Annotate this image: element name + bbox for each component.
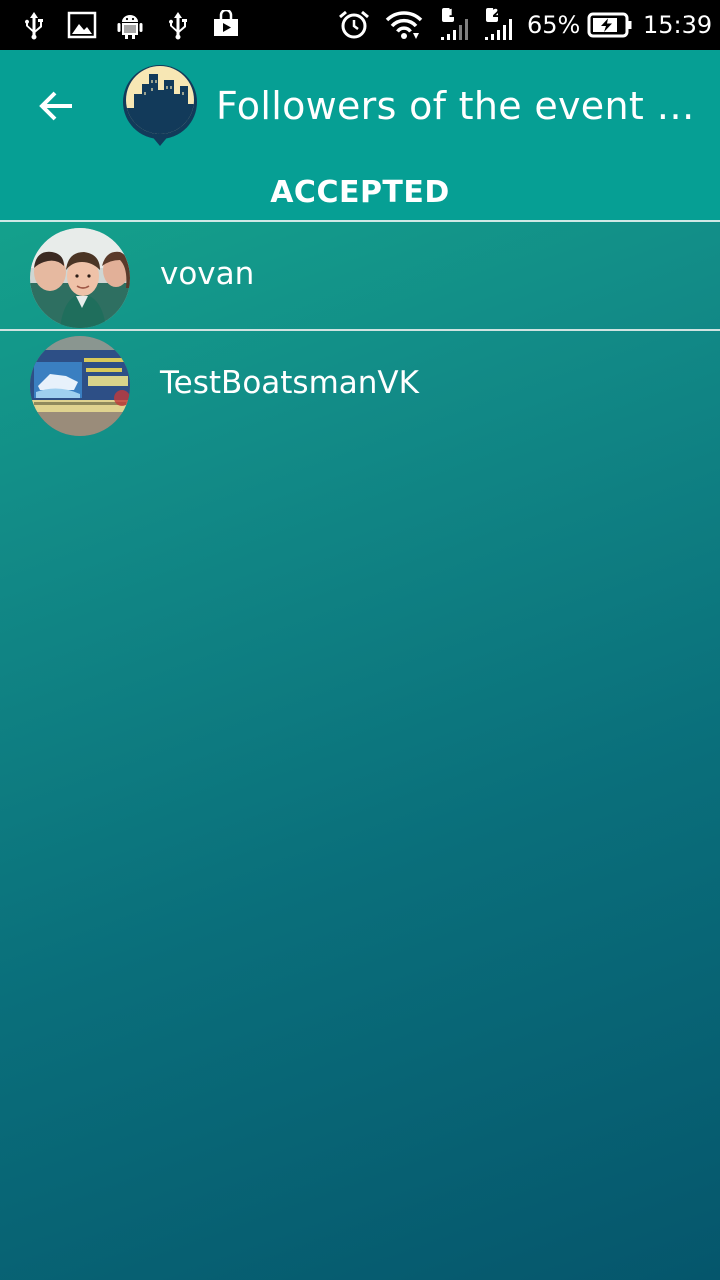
follower-name: vovan bbox=[160, 256, 255, 292]
follower-list: vovan TestBoatsmanVK bbox=[0, 222, 720, 438]
sim1-label: 1 bbox=[448, 6, 458, 21]
usb-icon bbox=[18, 9, 50, 41]
image-icon bbox=[66, 9, 98, 41]
page-title: Followers of the event ”Fo... bbox=[216, 84, 706, 128]
arrow-left-icon bbox=[39, 91, 72, 121]
clock: 15:39 bbox=[643, 11, 713, 39]
android-icon bbox=[114, 9, 146, 41]
play-store-icon bbox=[210, 9, 242, 41]
app-bar: Followers of the event ”Fo... ACCEPTED bbox=[0, 50, 720, 222]
avatar bbox=[30, 336, 130, 436]
status-bar: 1 2 65% 15:39 bbox=[0, 0, 720, 50]
tab-accepted[interactable]: ACCEPTED bbox=[0, 164, 720, 220]
battery-icon bbox=[587, 9, 633, 41]
battery-percent: 65% bbox=[527, 11, 581, 39]
list-item[interactable]: vovan bbox=[0, 222, 720, 331]
city-pin-logo bbox=[122, 64, 198, 150]
signal-icon: 1 bbox=[438, 6, 472, 41]
usb-icon bbox=[162, 9, 194, 41]
list-item[interactable]: TestBoatsmanVK bbox=[0, 331, 720, 438]
tab-label: ACCEPTED bbox=[270, 174, 450, 210]
sim2-label: 2 bbox=[492, 6, 502, 21]
avatar bbox=[30, 228, 130, 328]
follower-name: TestBoatsmanVK bbox=[160, 365, 419, 401]
back-button[interactable] bbox=[28, 78, 84, 134]
alarm-icon bbox=[338, 9, 370, 41]
wifi-icon bbox=[384, 9, 424, 41]
signal-icon: 2 bbox=[482, 6, 516, 41]
